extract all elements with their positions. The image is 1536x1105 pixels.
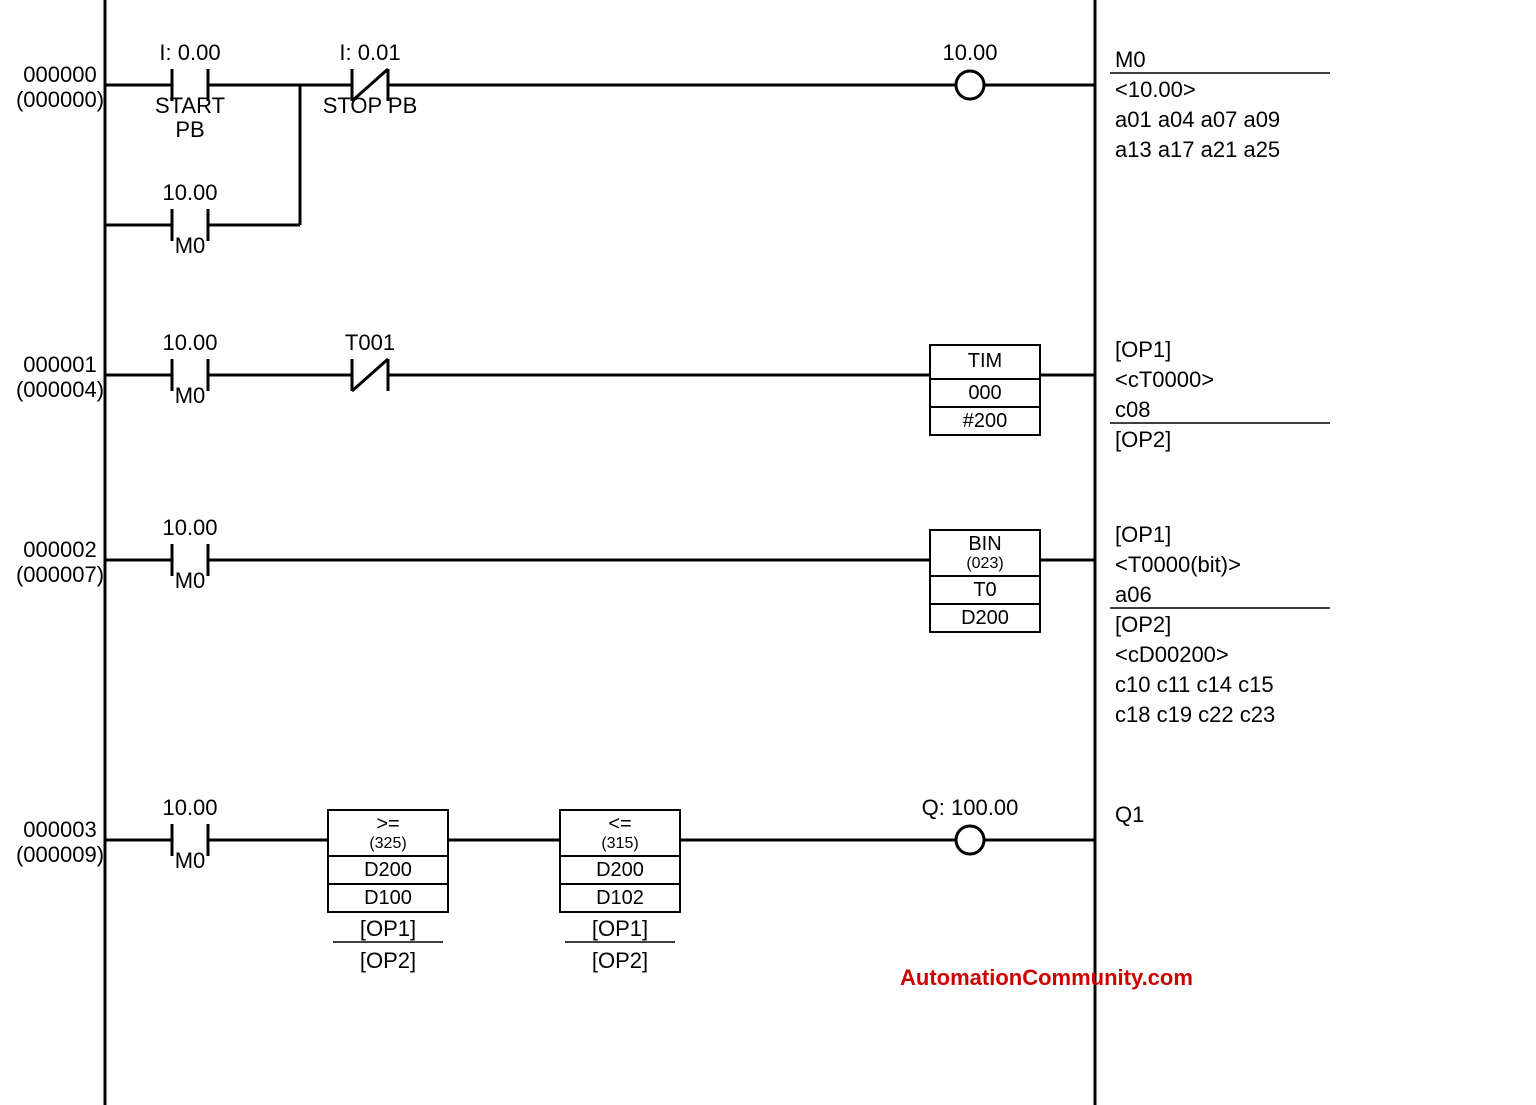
rung-number: 000001 — [23, 352, 96, 377]
block-title: >= — [376, 813, 399, 835]
xref-line: <T0000(bit)> — [1115, 552, 1241, 577]
block-row: T0 — [973, 579, 996, 601]
contact-label: START — [155, 93, 225, 118]
coil-addr: 10.00 — [942, 40, 997, 65]
xref-line: c08 — [1115, 397, 1150, 422]
contact-label: STOP PB — [323, 93, 418, 118]
block-oplabel: [OP2] — [360, 948, 416, 973]
block-title: BIN — [968, 533, 1001, 555]
contact-label: M0 — [175, 233, 206, 258]
block-title: TIM — [968, 350, 1002, 372]
block-oplabel: [OP2] — [592, 948, 648, 973]
contact-label: M0 — [175, 383, 206, 408]
contact-addr: I: 0.01 — [339, 40, 400, 65]
block-row: 000 — [968, 382, 1001, 404]
block-oplabel: [OP1] — [592, 916, 648, 941]
watermark: AutomationCommunity.com — [900, 965, 1193, 990]
xref-line: c18 c19 c22 c23 — [1115, 702, 1275, 727]
contact-addr: 10.00 — [162, 795, 217, 820]
xref-line: [OP1] — [1115, 522, 1171, 547]
contact-label: M0 — [175, 848, 206, 873]
coil-addr: Q: 100.00 — [922, 795, 1019, 820]
rung-number: 000003 — [23, 817, 96, 842]
block-row: D200 — [364, 859, 412, 881]
xref-line: a13 a17 a21 a25 — [1115, 137, 1280, 162]
rung-subnumber: (000009) — [16, 842, 104, 867]
xref-line: [OP2] — [1115, 427, 1171, 452]
xref-line: c10 c11 c14 c15 — [1115, 672, 1274, 697]
block-row: D102 — [596, 887, 644, 909]
contact-label: PB — [175, 117, 204, 142]
xref-line: [OP1] — [1115, 337, 1171, 362]
block-oplabel: [OP1] — [360, 916, 416, 941]
block-row: D100 — [364, 887, 412, 909]
contact-label: M0 — [175, 568, 206, 593]
xref-line: Q1 — [1115, 802, 1144, 827]
rung-number: 000000 — [23, 62, 96, 87]
xref-line: a06 — [1115, 582, 1152, 607]
rung-subnumber: (000004) — [16, 377, 104, 402]
block-sub: (325) — [369, 835, 406, 852]
block-row: #200 — [963, 410, 1008, 432]
block-row: D200 — [596, 859, 644, 881]
xref-line: <cD00200> — [1115, 642, 1229, 667]
contact-addr: 10.00 — [162, 330, 217, 355]
block-sub: (023) — [966, 555, 1003, 572]
xref-line: M0 — [1115, 47, 1146, 72]
xref-line: <10.00> — [1115, 77, 1196, 102]
block-sub: (315) — [601, 835, 638, 852]
rung-number: 000002 — [23, 537, 96, 562]
rung-subnumber: (000000) — [16, 87, 104, 112]
rung-subnumber: (000007) — [16, 562, 104, 587]
xref-line: [OP2] — [1115, 612, 1171, 637]
contact-addr: 10.00 — [162, 515, 217, 540]
xref-line: <cT0000> — [1115, 367, 1214, 392]
block-row: D200 — [961, 607, 1009, 629]
contact-addr: T001 — [345, 330, 395, 355]
block-title: <= — [608, 813, 631, 835]
xref-line: a01 a04 a07 a09 — [1115, 107, 1280, 132]
contact-addr: I: 0.00 — [159, 40, 220, 65]
contact-addr: 10.00 — [162, 180, 217, 205]
